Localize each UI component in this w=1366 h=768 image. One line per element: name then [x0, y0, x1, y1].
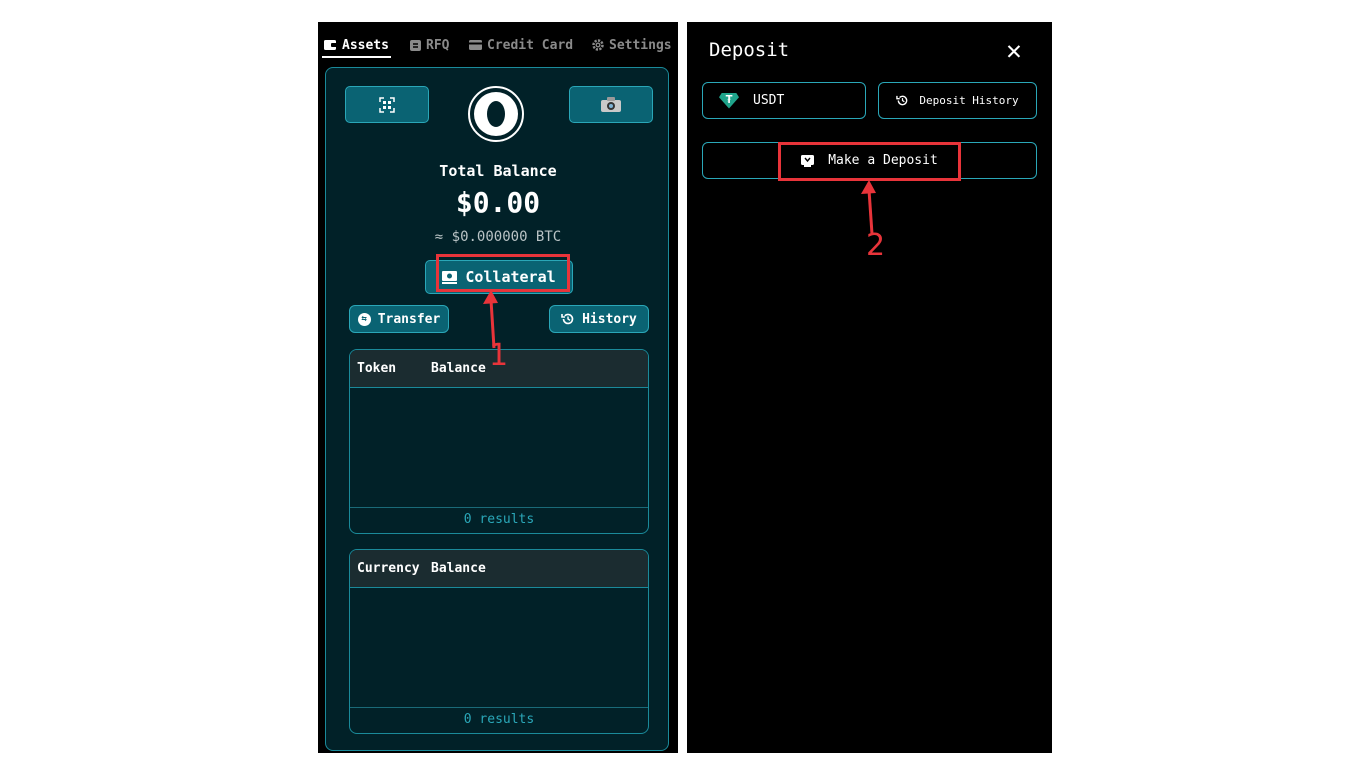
wallet-icon [324, 40, 337, 50]
assets-panel: Assets RFQ Credit Card Settings Total Ba… [318, 22, 678, 753]
active-tab-indicator [322, 56, 391, 58]
deposit-history-label: Deposit History [919, 94, 1019, 107]
logo-hole [487, 101, 505, 127]
tab-label: Assets [342, 37, 389, 53]
close-button[interactable]: ✕ [1003, 36, 1025, 66]
tab-label: Credit Card [487, 37, 574, 53]
tab-rfq[interactable]: RFQ [410, 34, 449, 56]
credit-card-icon [469, 40, 482, 50]
tab-settings[interactable]: Settings [592, 34, 672, 56]
currency-table-header: Currency Balance [350, 550, 648, 588]
transfer-icon: ⇆ [357, 312, 371, 326]
transfer-label: Transfer [377, 311, 441, 327]
highlight-collateral [436, 254, 570, 292]
deposit-history-button[interactable]: Deposit History [878, 82, 1037, 119]
qr-scan-icon [379, 96, 395, 113]
token-select[interactable]: ₮ USDT [702, 82, 866, 119]
total-balance-label: Total Balance [439, 162, 557, 180]
camera-button[interactable] [569, 86, 653, 123]
logo-ring [474, 92, 518, 136]
tether-icon: ₮ [719, 92, 739, 109]
annotation-step-1: 1 [489, 338, 509, 373]
close-icon: ✕ [1006, 36, 1022, 66]
highlight-make-deposit [778, 142, 961, 181]
brand-logo [468, 86, 524, 142]
token-table: Token Balance 0 results [349, 349, 649, 534]
annotation-step-2: 2 [866, 228, 886, 263]
currency-table-results: 0 results [350, 707, 648, 733]
history-button[interactable]: History [549, 305, 649, 333]
history-icon [561, 313, 574, 325]
transfer-button[interactable]: ⇆ Transfer [349, 305, 449, 333]
history-label: History [582, 311, 637, 327]
balance-card: Total Balance $0.00 ≈ $0.000000 BTC Coll… [325, 67, 669, 751]
btc-equivalent: ≈ $0.000000 BTC [434, 229, 562, 245]
tab-assets[interactable]: Assets [324, 34, 389, 56]
column-header-balance[interactable]: Balance [431, 361, 486, 376]
tab-label: RFQ [426, 37, 450, 53]
column-header-currency[interactable]: Currency [357, 561, 420, 576]
gear-icon [592, 39, 604, 51]
history-icon [896, 95, 908, 106]
tab-bar: Assets RFQ Credit Card Settings [318, 22, 678, 62]
column-header-balance[interactable]: Balance [431, 561, 486, 576]
token-select-value: USDT [753, 93, 785, 108]
currency-table: Currency Balance 0 results [349, 549, 649, 734]
tab-credit-card[interactable]: Credit Card [469, 34, 573, 56]
token-table-results: 0 results [350, 507, 648, 533]
deposit-title: Deposit [709, 39, 790, 61]
scan-qr-button[interactable] [345, 86, 429, 123]
deposit-panel: Deposit ✕ ₮ USDT Deposit History Make a … [687, 22, 1052, 753]
camera-icon [601, 97, 621, 112]
tab-label: Settings [609, 37, 672, 53]
column-header-token[interactable]: Token [357, 361, 396, 376]
rfq-icon [410, 39, 421, 51]
total-balance-value: $0.00 [455, 186, 541, 219]
